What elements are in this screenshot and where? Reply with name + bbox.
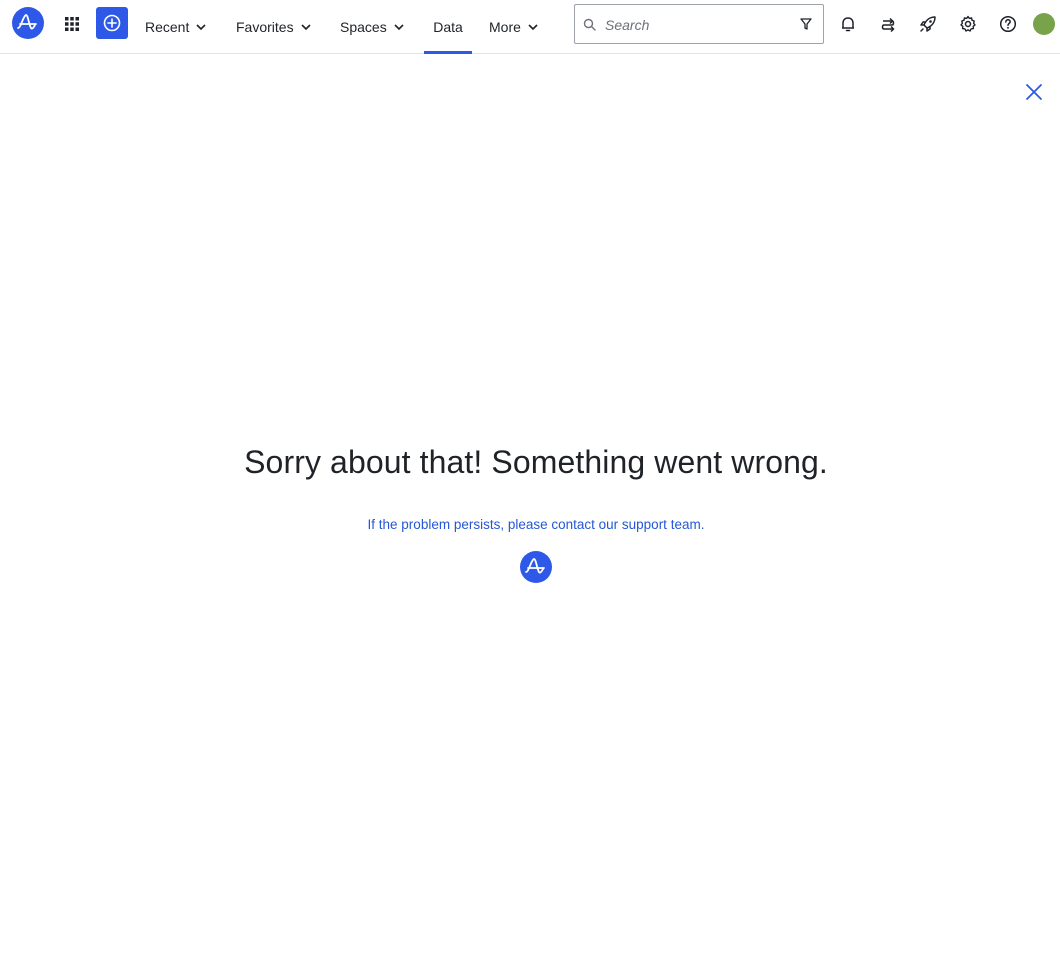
chevron-down-icon xyxy=(528,24,538,31)
apps-grid-icon xyxy=(65,17,79,31)
switch-button[interactable] xyxy=(876,12,900,36)
chevron-down-icon xyxy=(301,24,311,31)
app-logo-icon[interactable] xyxy=(12,7,44,39)
error-title: Sorry about that! Something went wrong. xyxy=(244,444,828,480)
close-icon[interactable] xyxy=(1024,82,1044,102)
nav-recent-label: Recent xyxy=(145,19,190,35)
bell-icon xyxy=(842,17,854,32)
apps-grid-button[interactable] xyxy=(60,12,84,36)
help-icon xyxy=(999,15,1017,33)
notifications-button[interactable] xyxy=(836,12,860,36)
create-button[interactable] xyxy=(96,7,128,39)
switch-arrows-icon xyxy=(881,17,895,33)
launch-button[interactable] xyxy=(916,12,940,36)
app-logo-icon xyxy=(520,551,552,583)
create-plus-icon xyxy=(103,14,121,32)
nav-favorites-label: Favorites xyxy=(236,19,294,35)
nav-more[interactable]: More xyxy=(489,0,539,54)
nav-spaces[interactable]: Spaces xyxy=(340,0,405,54)
settings-button[interactable] xyxy=(956,12,980,36)
chevron-down-icon xyxy=(394,24,404,31)
nav-spaces-label: Spaces xyxy=(340,19,387,35)
filter-icon[interactable] xyxy=(799,17,813,31)
rocket-icon xyxy=(920,16,936,32)
nav-favorites[interactable]: Favorites xyxy=(236,0,312,54)
help-button[interactable] xyxy=(996,12,1020,36)
search-input[interactable] xyxy=(605,13,785,37)
nav-recent[interactable]: Recent xyxy=(145,0,207,54)
support-link[interactable]: If the problem persists, please contact … xyxy=(0,517,1060,532)
gear-icon xyxy=(960,15,976,32)
nav-more-label: More xyxy=(489,19,521,35)
search-box xyxy=(574,4,824,44)
top-navigation-bar: Recent Favorites Spaces Data More xyxy=(0,0,1060,54)
chevron-down-icon xyxy=(196,24,206,31)
nav-data-label: Data xyxy=(433,19,463,35)
avatar[interactable] xyxy=(1033,13,1055,35)
nav-data[interactable]: Data xyxy=(424,0,472,54)
search-icon xyxy=(583,18,596,31)
